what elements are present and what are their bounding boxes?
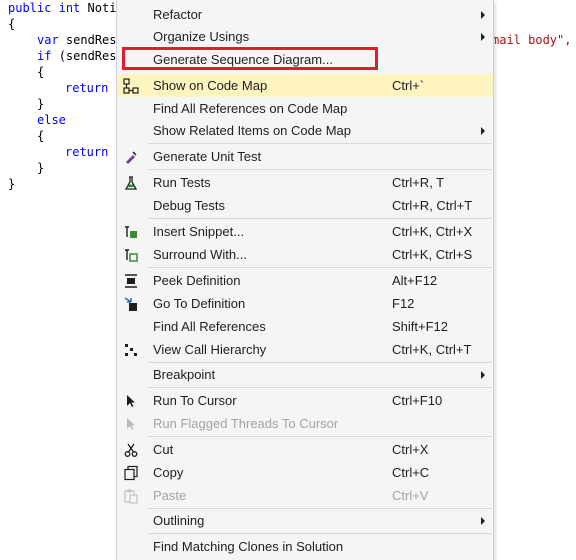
cursor-icon — [123, 393, 139, 409]
submenu-arrow-icon — [481, 371, 485, 379]
menu-item-shortcut: Ctrl+X — [392, 442, 429, 457]
menu-item-shortcut: F12 — [392, 296, 415, 311]
menu-item-label: Outlining — [153, 513, 205, 528]
submenu-arrow-icon — [481, 11, 485, 19]
menu-separator — [148, 533, 492, 534]
menu-item-run-to-cursor[interactable]: Run To Cursor Ctrl+F10 — [117, 389, 493, 412]
menu-item-copy[interactable]: Copy Ctrl+C — [117, 461, 493, 484]
menu-item-label: Breakpoint — [153, 367, 216, 382]
unit-test-icon — [123, 149, 139, 165]
menu-item-shortcut: Ctrl+` — [392, 78, 425, 93]
code-line-12: } — [8, 177, 16, 191]
code-map-icon — [123, 78, 139, 94]
menu-item-label: Run Flagged Threads To Cursor — [153, 416, 339, 431]
menu-item-label: Organize Usings — [153, 29, 250, 44]
context-menu: Refactor Organize Usings Generate Sequen… — [116, 0, 494, 560]
peek-icon — [123, 273, 139, 289]
menu-separator — [148, 143, 492, 144]
copy-icon — [123, 465, 139, 481]
menu-item-label: Show on Code Map — [153, 78, 268, 93]
menu-separator — [148, 267, 492, 268]
menu-item-run-flagged-threads-to-cursor: Run Flagged Threads To Cursor — [117, 412, 493, 435]
menu-item-show-on-code-map[interactable]: Show on Code Map Ctrl+` — [117, 74, 493, 97]
menu-item-breakpoint[interactable]: Breakpoint — [117, 363, 493, 386]
menu-item-shortcut: Ctrl+R, Ctrl+T — [392, 198, 473, 213]
menu-separator — [148, 436, 492, 437]
menu-item-shortcut: Ctrl+V — [392, 488, 429, 503]
goto-definition-icon — [123, 296, 139, 312]
menu-item-shortcut: Shift+F12 — [392, 319, 449, 334]
menu-item-outlining[interactable]: Outlining — [117, 509, 493, 532]
code-line-11: } — [37, 161, 45, 175]
menu-item-label: Peek Definition — [153, 273, 241, 288]
menu-item-label: Copy — [153, 465, 184, 480]
menu-item-peek-definition[interactable]: Peek Definition Alt+F12 — [117, 269, 493, 292]
code-line-5: { — [37, 65, 45, 79]
cursor-icon — [123, 416, 139, 432]
code-line-10: return ( — [65, 145, 123, 159]
menu-item-surround-with[interactable]: Surround With... Ctrl+K, Ctrl+S — [117, 243, 493, 266]
menu-item-find-all-references[interactable]: Find All References Shift+F12 — [117, 315, 493, 338]
menu-item-paste: Paste Ctrl+V — [117, 484, 493, 507]
snippet-icon — [123, 224, 139, 240]
paste-icon — [123, 488, 139, 504]
menu-separator — [148, 218, 492, 219]
scissors-icon — [123, 442, 139, 458]
code-line-3-tail: mail body", — [492, 33, 572, 47]
menu-item-label: Refactor — [153, 7, 203, 22]
menu-item-label: Generate Sequence Diagram... — [153, 52, 333, 67]
menu-item-label: Debug Tests — [153, 198, 226, 213]
submenu-arrow-icon — [481, 33, 485, 41]
menu-item-label: Cut — [153, 442, 174, 457]
menu-item-generate-unit-test[interactable]: Generate Unit Test — [117, 145, 493, 168]
menu-item-label: Insert Snippet... — [153, 224, 245, 239]
menu-item-shortcut: Ctrl+K, Ctrl+X — [392, 224, 473, 239]
code-line-6: return — [65, 81, 109, 95]
menu-item-shortcut: Ctrl+K, Ctrl+S — [392, 247, 473, 262]
menu-item-label: Generate Unit Test — [153, 149, 262, 164]
surround-icon — [123, 247, 139, 263]
menu-item-label: Find Matching Clones in Solution — [153, 539, 344, 554]
menu-item-label: Find All References — [153, 319, 266, 334]
menu-item-insert-snippet[interactable]: Insert Snippet... Ctrl+K, Ctrl+X — [117, 220, 493, 243]
menu-item-run-tests[interactable]: Run Tests Ctrl+R, T — [117, 171, 493, 194]
call-hierarchy-icon — [123, 342, 139, 358]
menu-item-show-related-items[interactable]: Show Related Items on Code Map — [117, 119, 493, 142]
code-line-3: var sendRes — [37, 33, 117, 47]
menu-item-refactor[interactable]: Refactor — [117, 3, 493, 26]
code-line-4: if (sendRes — [37, 49, 117, 63]
flask-icon — [123, 175, 139, 191]
menu-item-label: Paste — [153, 488, 187, 503]
menu-item-label: Run To Cursor — [153, 393, 237, 408]
menu-item-view-call-hierarchy[interactable]: View Call Hierarchy Ctrl+K, Ctrl+T — [117, 338, 493, 361]
menu-item-organize-usings[interactable]: Organize Usings — [117, 25, 493, 48]
menu-item-label: Show Related Items on Code Map — [153, 123, 351, 138]
menu-item-shortcut: Alt+F12 — [392, 273, 438, 288]
menu-item-label: Surround With... — [153, 247, 247, 262]
code-line-8: else — [37, 113, 66, 127]
menu-item-debug-tests[interactable]: Debug Tests Ctrl+R, Ctrl+T — [117, 194, 493, 217]
menu-item-generate-sequence-diagram[interactable]: Generate Sequence Diagram... — [117, 48, 493, 71]
menu-item-label: Run Tests — [153, 175, 211, 190]
menu-separator — [148, 387, 492, 388]
menu-separator — [148, 169, 492, 170]
menu-item-shortcut: Ctrl+C — [392, 465, 430, 480]
menu-item-cut[interactable]: Cut Ctrl+X — [117, 438, 493, 461]
code-line-2: { — [8, 17, 16, 31]
code-line-7: } — [37, 97, 45, 111]
menu-item-find-all-references-on-code-map[interactable]: Find All References on Code Map — [117, 97, 493, 120]
submenu-arrow-icon — [481, 517, 485, 525]
menu-item-shortcut: Ctrl+F10 — [392, 393, 443, 408]
menu-item-shortcut: Ctrl+K, Ctrl+T — [392, 342, 472, 357]
submenu-arrow-icon — [481, 127, 485, 135]
menu-item-find-matching-clones[interactable]: Find Matching Clones in Solution — [117, 535, 493, 558]
code-line-1: public int Noti — [8, 1, 117, 15]
menu-item-label: Find All References on Code Map — [153, 101, 348, 116]
menu-item-label: View Call Hierarchy — [153, 342, 267, 357]
code-line-9: { — [37, 129, 45, 143]
menu-item-go-to-definition[interactable]: Go To Definition F12 — [117, 292, 493, 315]
menu-item-label: Go To Definition — [153, 296, 246, 311]
menu-item-shortcut: Ctrl+R, T — [392, 175, 445, 190]
